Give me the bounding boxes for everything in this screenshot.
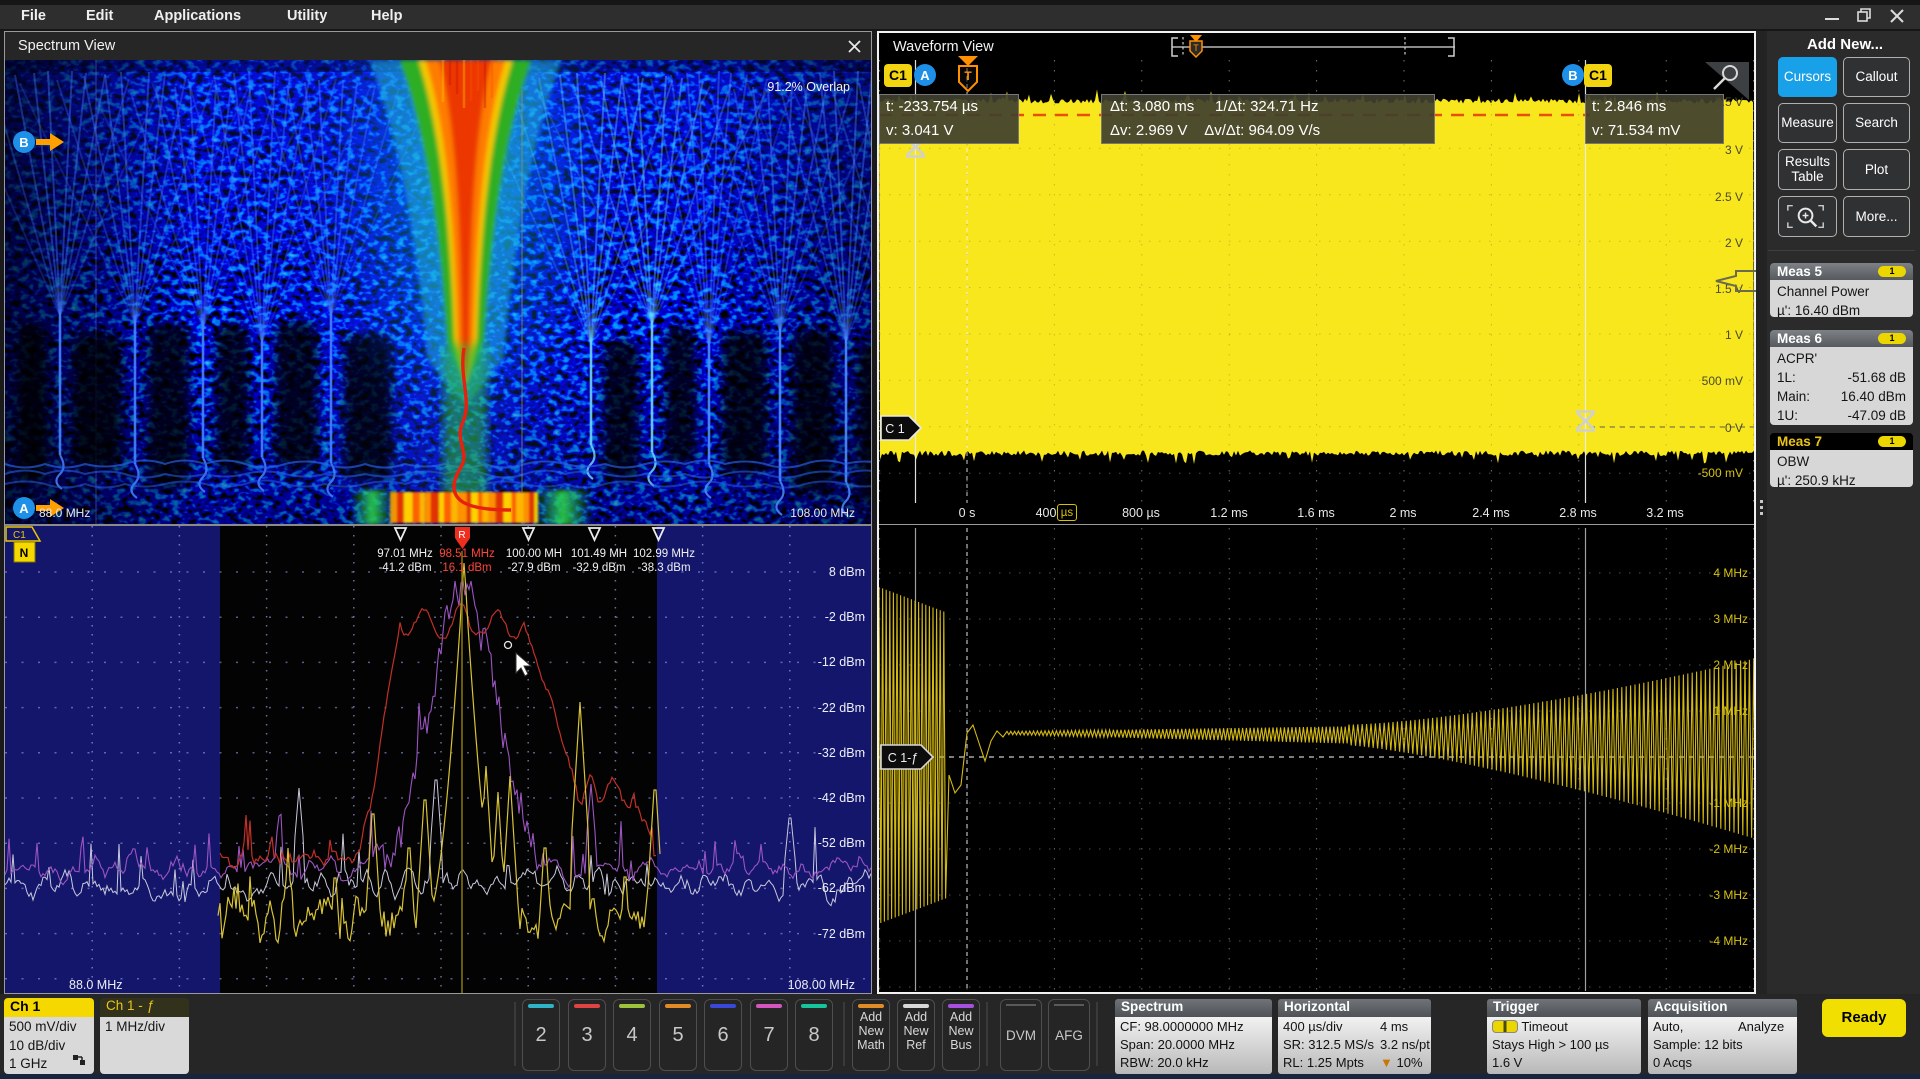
svg-text:C 1-ƒ: C 1-ƒ xyxy=(888,751,919,765)
svg-text:16.1 dBm: 16.1 dBm xyxy=(442,562,491,574)
svg-text:8 dBm: 8 dBm xyxy=(829,565,865,579)
svg-text:-38.3 dBm: -38.3 dBm xyxy=(637,562,690,574)
svg-text:98.51 MHz: 98.51 MHz xyxy=(439,548,495,560)
svg-text:C 1: C 1 xyxy=(885,422,905,436)
svg-text:108.00 MHz: 108.00 MHz xyxy=(790,506,855,520)
svg-text:102.99 MHz: 102.99 MHz xyxy=(633,548,695,560)
svg-text:100.00 MH: 100.00 MH xyxy=(506,548,562,560)
svg-text:108.00 MHz: 108.00 MHz xyxy=(788,978,855,992)
svg-text:N: N xyxy=(20,546,29,560)
svg-text:-2 dBm: -2 dBm xyxy=(825,610,865,624)
svg-text:-22 dBm: -22 dBm xyxy=(818,701,865,715)
svg-text:-52 dBm: -52 dBm xyxy=(818,836,865,850)
svg-text:88.0 MHz: 88.0 MHz xyxy=(69,978,123,992)
svg-text:T: T xyxy=(1193,43,1199,53)
svg-text:88.0 MHz: 88.0 MHz xyxy=(39,506,90,520)
svg-text:101.49 MH: 101.49 MH xyxy=(571,548,627,560)
svg-text:R: R xyxy=(458,530,465,541)
svg-text:-72 dBm: -72 dBm xyxy=(818,927,865,941)
svg-text:-42 dBm: -42 dBm xyxy=(818,791,865,805)
svg-text:-41.2 dBm: -41.2 dBm xyxy=(378,562,431,574)
svg-text:T: T xyxy=(964,69,972,83)
svg-text:-12 dBm: -12 dBm xyxy=(818,655,865,669)
svg-text:A: A xyxy=(920,68,930,83)
svg-text:C1: C1 xyxy=(13,530,26,541)
svg-text:-32 dBm: -32 dBm xyxy=(818,746,865,760)
svg-text:B: B xyxy=(19,135,28,150)
svg-text:97.01 MHz: 97.01 MHz xyxy=(377,548,433,560)
svg-text:-27.9 dBm: -27.9 dBm xyxy=(507,562,560,574)
svg-text:-32.9 dBm: -32.9 dBm xyxy=(572,562,625,574)
svg-text:B: B xyxy=(1568,68,1577,83)
svg-text:-62 dBm: -62 dBm xyxy=(818,881,865,895)
svg-text:A: A xyxy=(19,501,29,516)
